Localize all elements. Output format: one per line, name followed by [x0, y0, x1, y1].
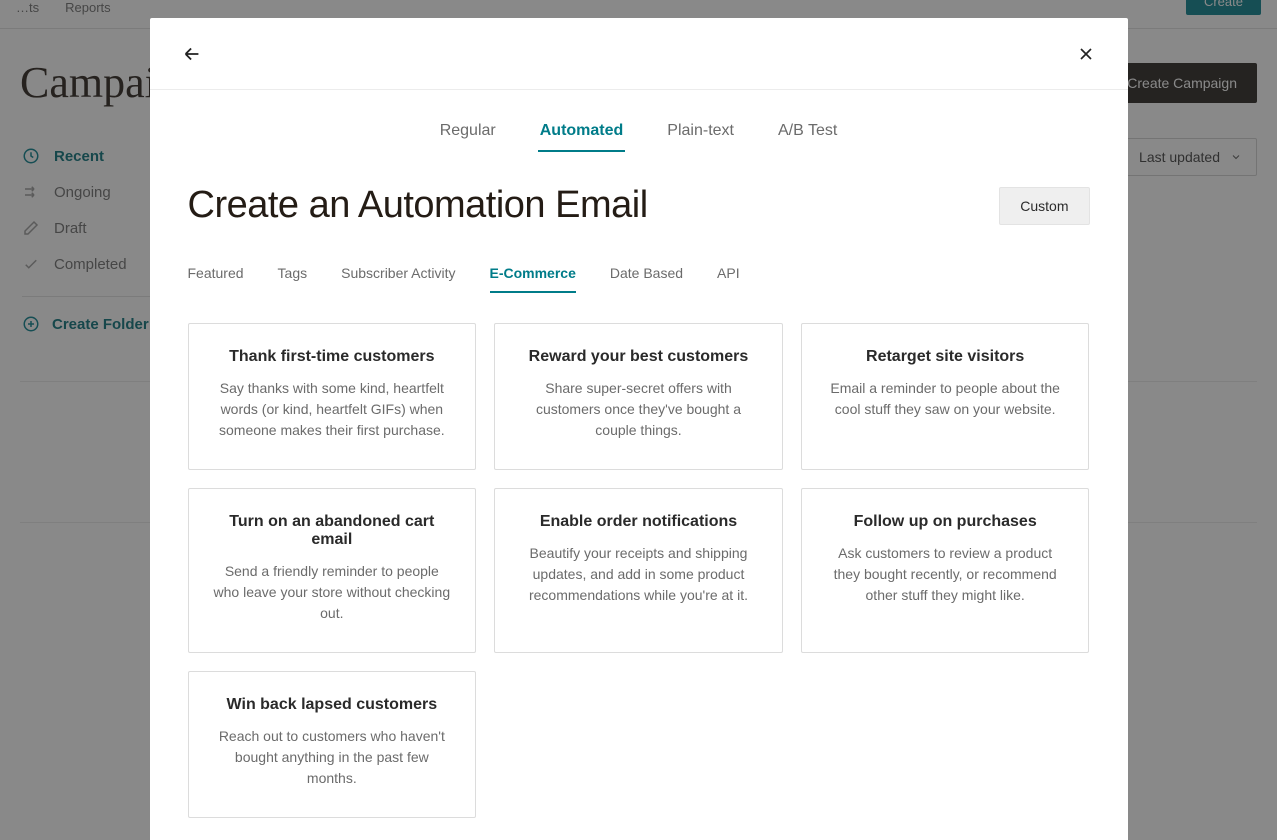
card-win-back[interactable]: Win back lapsed customers Reach out to c… [188, 671, 477, 818]
card-desc: Say thanks with some kind, heartfelt wor… [211, 378, 454, 441]
automation-modal: Regular Automated Plain-text A/B Test Cr… [150, 18, 1128, 840]
card-retarget[interactable]: Retarget site visitors Email a reminder … [801, 323, 1090, 470]
cat-tab-subscriber-activity[interactable]: Subscriber Activity [341, 261, 455, 293]
card-title: Retarget site visitors [824, 348, 1067, 366]
tab-automated[interactable]: Automated [538, 116, 626, 152]
card-follow-up[interactable]: Follow up on purchases Ask customers to … [801, 488, 1090, 653]
card-desc: Ask customers to review a product they b… [824, 543, 1067, 606]
category-tabs: Featured Tags Subscriber Activity E-Comm… [188, 261, 1090, 293]
cat-tab-date-based[interactable]: Date Based [610, 261, 683, 293]
modal-title: Create an Automation Email [188, 184, 648, 227]
card-title: Follow up on purchases [824, 513, 1067, 531]
cat-tab-tags[interactable]: Tags [278, 261, 308, 293]
cat-tab-ecommerce[interactable]: E-Commerce [490, 261, 576, 293]
back-button[interactable] [180, 42, 204, 66]
email-type-tabs: Regular Automated Plain-text A/B Test [150, 90, 1128, 162]
card-title: Turn on an abandoned cart email [211, 513, 454, 549]
close-button[interactable] [1074, 42, 1098, 66]
tab-plain-text[interactable]: Plain-text [665, 116, 736, 152]
tab-regular[interactable]: Regular [438, 116, 498, 152]
custom-button[interactable]: Custom [999, 187, 1089, 225]
modal-header [150, 18, 1128, 90]
card-title: Thank first-time customers [211, 348, 454, 366]
card-desc: Reach out to customers who haven't bough… [211, 726, 454, 789]
card-reward-best[interactable]: Reward your best customers Share super-s… [494, 323, 783, 470]
card-abandoned-cart[interactable]: Turn on an abandoned cart email Send a f… [188, 488, 477, 653]
card-title: Win back lapsed customers [211, 696, 454, 714]
cat-tab-featured[interactable]: Featured [188, 261, 244, 293]
card-desc: Email a reminder to people about the coo… [824, 378, 1067, 420]
card-desc: Send a friendly reminder to people who l… [211, 561, 454, 624]
tab-ab-test[interactable]: A/B Test [776, 116, 839, 152]
modal-overlay: Regular Automated Plain-text A/B Test Cr… [0, 0, 1277, 840]
card-title: Reward your best customers [517, 348, 760, 366]
card-desc: Share super-secret offers with customers… [517, 378, 760, 441]
automation-cards: Thank first-time customers Say thanks wi… [188, 323, 1090, 818]
card-thank-first-time[interactable]: Thank first-time customers Say thanks wi… [188, 323, 477, 470]
card-title: Enable order notifications [517, 513, 760, 531]
card-order-notifications[interactable]: Enable order notifications Beautify your… [494, 488, 783, 653]
cat-tab-api[interactable]: API [717, 261, 740, 293]
card-desc: Beautify your receipts and shipping upda… [517, 543, 760, 606]
